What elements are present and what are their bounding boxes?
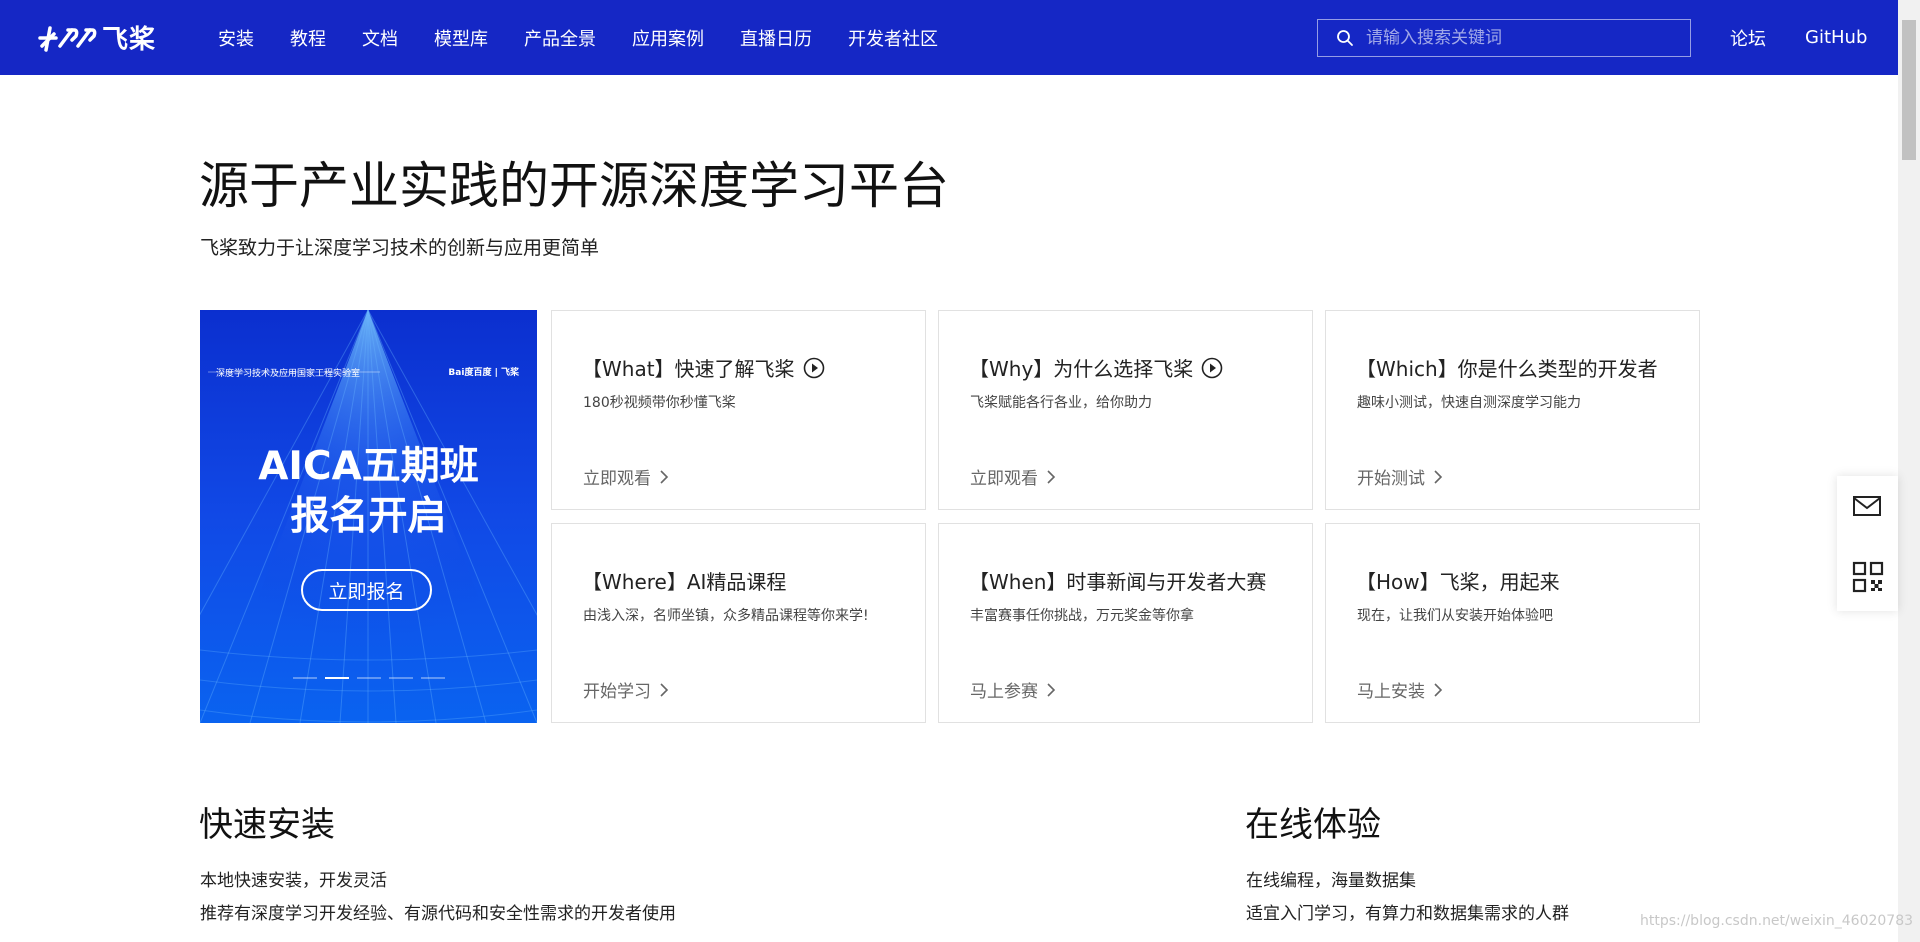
chevron-right-icon bbox=[1047, 469, 1056, 484]
promo-banner[interactable]: 深度学习技术及应用国家工程实验室 Bai度百度 | 飞桨 AICA五期班 报名开… bbox=[200, 310, 537, 723]
banner-headline-2: 报名开启 bbox=[290, 494, 447, 539]
chevron-right-icon bbox=[1047, 682, 1056, 697]
card-action-label: 开始学习 bbox=[583, 682, 651, 702]
main-nav: 安装 教程 文档 模型库 产品全景 应用案例 直播日历 开发者社区 bbox=[218, 0, 974, 75]
card-action-label: 立即观看 bbox=[970, 469, 1038, 489]
card-action-label: 马上安装 bbox=[1357, 682, 1425, 702]
csdn-watermark: https://blog.csdn.net/weixin_46020783 bbox=[1640, 913, 1914, 929]
play-icon[interactable] bbox=[803, 357, 825, 379]
card-title-text: 【What】快速了解飞桨 bbox=[582, 357, 795, 381]
card-title: 【Why】为什么选择飞桨 bbox=[969, 353, 1223, 382]
search-box bbox=[1317, 19, 1691, 57]
card-action-link[interactable]: 马上安装 bbox=[1357, 677, 1443, 702]
nav-item-products[interactable]: 产品全景 bbox=[524, 25, 596, 51]
card-action-label: 开始测试 bbox=[1357, 469, 1425, 489]
nav-item-tutorial[interactable]: 教程 bbox=[290, 25, 326, 51]
search-input[interactable] bbox=[1364, 27, 1668, 49]
chevron-right-icon bbox=[1434, 682, 1443, 697]
chevron-right-icon bbox=[660, 682, 669, 697]
card-description: 现在，让我们从安装开始体验吧 bbox=[1357, 608, 1553, 624]
carousel-indicators bbox=[200, 677, 537, 679]
nav-item-live-calendar[interactable]: 直播日历 bbox=[740, 25, 812, 51]
paddle-logo-icon bbox=[38, 26, 97, 52]
card-action-link[interactable]: 立即观看 bbox=[583, 464, 669, 489]
carousel-dot[interactable] bbox=[292, 677, 317, 679]
paddle-logo[interactable]: 飞桨 bbox=[38, 17, 156, 57]
card-title-text: 【When】时事新闻与开发者大赛 bbox=[969, 570, 1267, 594]
mail-icon[interactable] bbox=[1852, 494, 1882, 518]
card-action-link[interactable]: 马上参赛 bbox=[970, 677, 1056, 702]
card-action-label: 马上参赛 bbox=[970, 682, 1038, 702]
card-which[interactable]: 【Which】你是什么类型的开发者趣味小测试，快速自测深度学习能力开始测试 bbox=[1325, 310, 1700, 510]
nav-item-community[interactable]: 开发者社区 bbox=[848, 25, 938, 51]
top-navigation-bar: 飞桨 安装 教程 文档 模型库 产品全景 应用案例 直播日历 开发者社区 论坛 … bbox=[0, 0, 1898, 75]
github-link[interactable]: GitHub bbox=[1805, 0, 1867, 75]
chevron-right-icon bbox=[660, 469, 669, 484]
card-description: 丰富赛事任你挑战，万元奖金等你拿 bbox=[970, 608, 1194, 624]
card-title: 【Which】你是什么类型的开发者 bbox=[1356, 353, 1658, 382]
card-where[interactable]: 【Where】AI精品课程由浅入深，名师坐镇，众多精品课程等你来学! 开始学习 bbox=[551, 523, 926, 723]
search-icon bbox=[1337, 30, 1353, 46]
card-title-text: 【Which】你是什么类型的开发者 bbox=[1356, 357, 1658, 381]
quick-install-desc-2: 推荐有深度学习开发经验、有源代码和安全性需求的开发者使用 bbox=[200, 904, 676, 924]
carousel-dot[interactable] bbox=[324, 677, 349, 679]
carousel-dot[interactable] bbox=[388, 677, 413, 679]
play-icon[interactable] bbox=[1201, 357, 1223, 379]
page-scrollbar[interactable] bbox=[1898, 0, 1920, 942]
banner-organization: 深度学习技术及应用国家工程实验室 bbox=[216, 369, 361, 379]
card-how[interactable]: 【How】飞桨，用起来现在，让我们从安装开始体验吧马上安装 bbox=[1325, 523, 1700, 723]
online-experience-desc-2: 适宜入门学习，有算力和数据集需求的人群 bbox=[1246, 904, 1569, 924]
online-experience-desc-1: 在线编程，海量数据集 bbox=[1246, 871, 1416, 891]
card-title: 【When】时事新闻与开发者大赛 bbox=[969, 566, 1266, 595]
quick-install-desc-1: 本地快速安装，开发灵活 bbox=[200, 871, 387, 891]
card-title: 【How】飞桨，用起来 bbox=[1356, 566, 1560, 595]
card-title-text: 【Where】AI精品课程 bbox=[582, 570, 787, 594]
qr-code-icon[interactable] bbox=[1852, 561, 1884, 593]
quick-install-title: 快速安装 bbox=[199, 805, 335, 845]
card-when[interactable]: 【When】时事新闻与开发者大赛丰富赛事任你挑战，万元奖金等你拿马上参赛 bbox=[938, 523, 1313, 723]
page-title: 源于产业实践的开源深度学习平台 bbox=[199, 157, 949, 215]
carousel-dot[interactable] bbox=[356, 677, 381, 679]
card-action-link[interactable]: 开始学习 bbox=[583, 677, 669, 702]
card-description: 由浅入深，名师坐镇，众多精品课程等你来学! bbox=[583, 608, 869, 624]
nav-item-cases[interactable]: 应用案例 bbox=[632, 25, 704, 51]
forum-link[interactable]: 论坛 bbox=[1730, 0, 1766, 75]
card-title: 【Where】AI精品课程 bbox=[582, 566, 786, 595]
nav-item-docs[interactable]: 文档 bbox=[362, 25, 398, 51]
online-experience-title: 在线体验 bbox=[1245, 805, 1381, 845]
card-what[interactable]: 【What】快速了解飞桨 180秒视频带你秒懂飞桨立即观看 bbox=[551, 310, 926, 510]
logo-text: 飞桨 bbox=[102, 24, 157, 55]
card-title: 【What】快速了解飞桨 bbox=[582, 353, 825, 382]
scrollbar-thumb[interactable] bbox=[1902, 20, 1916, 160]
chevron-right-icon bbox=[1434, 469, 1443, 484]
page-subtitle: 飞桨致力于让深度学习技术的创新与应用更简单 bbox=[200, 237, 600, 259]
card-title-text: 【Why】为什么选择飞桨 bbox=[969, 357, 1194, 381]
nav-item-model-zoo[interactable]: 模型库 bbox=[434, 25, 488, 51]
card-why[interactable]: 【Why】为什么选择飞桨飞桨赋能各行各业，给你助力立即观看 bbox=[938, 310, 1313, 510]
carousel-dot[interactable] bbox=[420, 677, 445, 679]
card-action-link[interactable]: 立即观看 bbox=[970, 464, 1056, 489]
register-now-button[interactable]: 立即报名 bbox=[301, 569, 432, 611]
card-description: 趣味小测试，快速自测深度学习能力 bbox=[1357, 395, 1581, 411]
banner-headline-1: AICA五期班 bbox=[258, 444, 479, 489]
card-action-link[interactable]: 开始测试 bbox=[1357, 464, 1443, 489]
card-description: 飞桨赋能各行各业，给你助力 bbox=[970, 395, 1152, 411]
card-description: 180秒视频带你秒懂飞桨 bbox=[583, 395, 736, 411]
banner-partner-logos: Bai度百度 | 飞桨 bbox=[448, 368, 519, 378]
nav-item-install[interactable]: 安装 bbox=[218, 25, 254, 51]
card-action-label: 立即观看 bbox=[583, 469, 651, 489]
floating-contact-panel bbox=[1837, 476, 1898, 611]
card-title-text: 【How】飞桨，用起来 bbox=[1356, 570, 1560, 594]
